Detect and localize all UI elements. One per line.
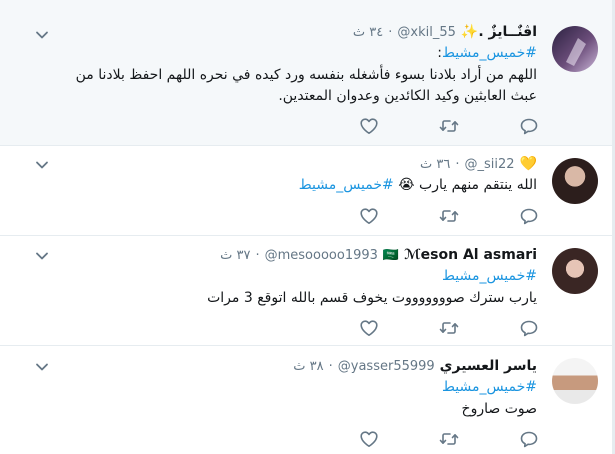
tweet-actions — [0, 430, 615, 450]
tweet-text: اللهم من أراد بلادنا بسوء فأشغله بنفسه و… — [75, 67, 537, 104]
tweet-hashtag-line: #خميس_مشيط — [442, 379, 537, 395]
tweet-header: ℳeson Al asmari 🇸🇦 @mesooooo1993 · ٣٧ ث — [220, 247, 537, 263]
retweet-icon[interactable] — [439, 207, 459, 225]
yellow-heart-emoji: 💛 — [519, 156, 537, 172]
heart-icon[interactable] — [359, 117, 379, 135]
avatar-image — [566, 38, 586, 66]
chevron-down-icon[interactable] — [35, 30, 49, 40]
tweet-text: يارب سترك صوووووووت يخوف قسم بالله اتوقع… — [207, 290, 537, 306]
user-handle[interactable]: @yasser55999 — [338, 359, 435, 374]
avatar[interactable] — [552, 248, 598, 294]
tweet-actions — [0, 207, 615, 227]
hashtag-link[interactable]: #خميس_مشيط — [442, 45, 537, 61]
hashtag-link[interactable]: #خميس_مشيط — [442, 268, 537, 284]
sparkles-emoji: ✨ — [460, 24, 479, 40]
saudi-flag-emoji: 🇸🇦 — [382, 247, 400, 263]
user-handle[interactable]: @xkil_55 — [397, 25, 456, 40]
timestamp[interactable]: ٣٤ ث — [353, 25, 383, 40]
display-name[interactable]: ياسر العسيري — [440, 358, 537, 374]
avatar[interactable] — [552, 158, 598, 204]
timestamp[interactable]: ٣٦ ث — [420, 157, 450, 172]
reply-icon[interactable] — [519, 430, 539, 448]
timestamp[interactable]: ٣٨ ث — [293, 359, 323, 374]
avatar[interactable] — [552, 26, 598, 72]
hashtag-link[interactable]: #خميس_مشيط — [299, 177, 394, 193]
retweet-icon[interactable] — [439, 319, 459, 337]
separator-dot: · — [328, 358, 333, 374]
display-name[interactable]: اڤنٌــايزٌ .✨ — [461, 24, 537, 40]
tweet-header: 💛 @_sii22 · ٣٦ ث — [420, 156, 537, 172]
avatar[interactable] — [552, 358, 598, 404]
tweet-actions — [0, 319, 615, 339]
heart-icon[interactable] — [359, 319, 379, 337]
user-handle[interactable]: @mesooooo1993 — [265, 248, 378, 263]
hashtag-link[interactable]: #خميس_مشيط — [442, 379, 537, 395]
retweet-icon[interactable] — [439, 117, 459, 135]
tweet-text: صوت صاروخ — [461, 401, 537, 417]
user-handle[interactable]: @_sii22 — [465, 157, 515, 172]
chevron-down-icon[interactable] — [35, 251, 49, 261]
tweet-header: ياسر العسيري @yasser55999 · ٣٨ ث — [293, 358, 537, 374]
tweet-card[interactable]: اڤنٌــايزٌ .✨ @xkil_55 · ٣٤ ث #خميس_مشيط… — [0, 0, 612, 146]
chevron-down-icon[interactable] — [35, 160, 49, 170]
chevron-down-icon[interactable] — [35, 362, 49, 372]
display-name[interactable]: 💛 — [520, 156, 537, 172]
tweet-card[interactable]: ℳeson Al asmari 🇸🇦 @mesooooo1993 · ٣٧ ث … — [0, 236, 612, 346]
display-name[interactable]: ℳeson Al asmari — [404, 247, 537, 263]
separator-dot: · — [388, 24, 393, 40]
tweet-hashtag-line: #خميس_مشيط — [442, 268, 537, 284]
tweet-hashtag-line: #خميس_مشيط: — [437, 45, 537, 61]
tweet-text: الله ينتقم منهم يارب 😭 #خميس_مشيط — [298, 177, 537, 193]
retweet-icon[interactable] — [439, 430, 459, 448]
tweet-card[interactable]: 💛 @_sii22 · ٣٦ ث الله ينتقم منهم يارب 😭 … — [0, 146, 612, 236]
tweet-header: اڤنٌــايزٌ .✨ @xkil_55 · ٣٤ ث — [353, 24, 537, 40]
reply-icon[interactable] — [519, 319, 539, 337]
separator-dot: · — [255, 247, 260, 263]
tweet-actions — [0, 117, 615, 137]
reply-icon[interactable] — [519, 207, 539, 225]
reply-icon[interactable] — [519, 117, 539, 135]
tweet-card[interactable]: ياسر العسيري @yasser55999 · ٣٨ ث #خميس_م… — [0, 346, 612, 454]
heart-icon[interactable] — [359, 207, 379, 225]
separator-dot: · — [455, 156, 460, 172]
timestamp[interactable]: ٣٧ ث — [220, 248, 250, 263]
heart-icon[interactable] — [359, 430, 379, 448]
